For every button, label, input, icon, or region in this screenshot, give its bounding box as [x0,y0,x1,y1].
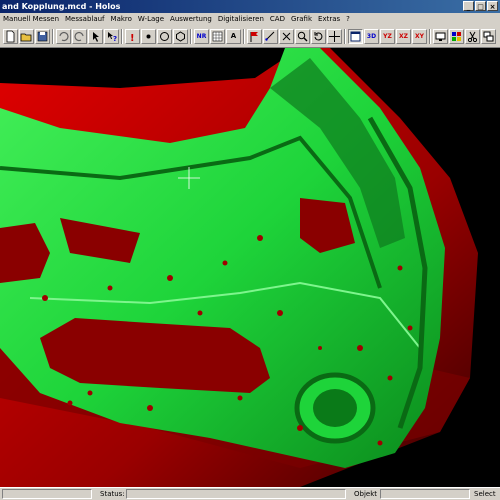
menu-messablauf[interactable]: Messablauf [62,13,108,26]
view-3d-button[interactable]: 3D [364,29,379,44]
menu-manuell-messen[interactable]: Manuell Messen [0,13,62,26]
door-model-render [0,48,478,487]
toolbar-separator [52,29,54,44]
view-yz-label: YZ [383,33,392,40]
open-folder-icon[interactable] [19,29,34,44]
window-arrange-icon[interactable] [481,29,496,44]
menu-extras[interactable]: Extras [315,13,343,26]
toolbar-separator [121,29,123,44]
status-field-left [2,489,92,499]
window-controls: _ □ × [463,1,498,11]
pan-icon[interactable] [327,29,342,44]
menu-cad[interactable]: CAD [267,13,288,26]
display-settings-icon[interactable] [433,29,448,44]
hexagon-icon[interactable] [173,29,188,44]
status-label: Status: [100,490,125,498]
rotate-icon[interactable] [311,29,326,44]
menu-auswertung[interactable]: Auswertung [167,13,215,26]
undo-icon[interactable] [56,29,71,44]
svg-text:!: ! [130,33,135,43]
cut-icon[interactable] [465,29,480,44]
view-xy-label: XY [415,33,424,40]
view-yz-button[interactable]: YZ [380,29,395,44]
view-3d-label: 3D [366,33,377,40]
grid-view-icon[interactable] [449,29,464,44]
menu-help[interactable]: ? [343,13,353,26]
title-bar: and Kopplung.mcd - Holos _ □ × [0,0,500,13]
menu-makro[interactable]: Makro [108,13,135,26]
view-xz-label: XZ [399,33,408,40]
circle-icon[interactable] [157,29,172,44]
a-label: A [230,32,237,40]
speaker-inner-ring [313,389,357,427]
warning-icon[interactable]: ! [125,29,140,44]
objekt-field [380,489,470,499]
flag-icon[interactable] [247,29,262,44]
view-xz-button[interactable]: XZ [396,29,411,44]
nr-button[interactable]: NR [194,29,209,44]
menu-grafik[interactable]: Grafik [288,13,315,26]
view-xy-button[interactable]: XY [412,29,427,44]
svg-text:?: ? [113,35,117,43]
status-bar: Status: Objekt Select [0,487,500,500]
window-view-icon[interactable] [348,29,363,44]
menu-bar: Manuell Messen Messablauf Makro W-Lage Auswe… [0,13,500,26]
menu-digitalisieren[interactable]: Digitalisieren [215,13,267,26]
save-icon[interactable] [35,29,50,44]
point-icon[interactable] [141,29,156,44]
toolbar-separator [243,29,245,44]
toolbar: ? ! NR A 3D YZ XZ XY [0,26,500,48]
zoom-icon[interactable] [295,29,310,44]
toolbar-separator [190,29,192,44]
cross-icon[interactable] [279,29,294,44]
maximize-button[interactable]: □ [475,1,486,11]
status-field-main [126,489,346,499]
minimize-button[interactable]: _ [463,1,474,11]
text-a-button[interactable]: A [226,29,241,44]
toolbar-separator [429,29,431,44]
menu-w-lage[interactable]: W-Lage [135,13,167,26]
objekt-label: Objekt [354,490,378,498]
toolbar-separator [344,29,346,44]
measure-icon[interactable] [263,29,278,44]
close-button[interactable]: × [487,1,498,11]
grid-icon[interactable] [210,29,225,44]
nr-label: NR [196,33,207,40]
pointer-icon[interactable] [88,29,103,44]
help-pointer-icon[interactable]: ? [104,29,119,44]
redo-icon[interactable] [72,29,87,44]
window-title: and Kopplung.mcd - Holos [2,2,121,11]
select-label: Select [474,490,496,498]
new-file-icon[interactable] [3,29,18,44]
cad-viewport[interactable] [0,48,500,487]
